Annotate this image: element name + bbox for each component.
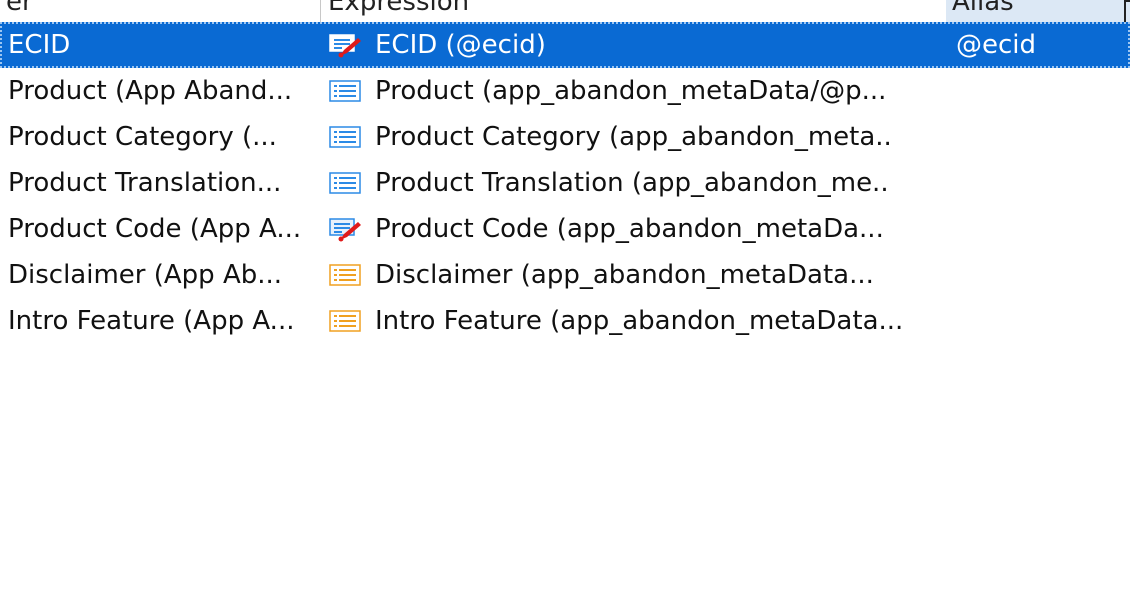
row-alias: [956, 298, 1126, 344]
column-header-name[interactable]: er: [0, 0, 318, 22]
row-name: Disclaimer (App Ab...: [8, 260, 283, 290]
row-alias: [956, 206, 1126, 252]
row-expression: Product Code (app_abandon_metaDa...: [375, 214, 884, 244]
table-row[interactable]: ECID ECID (@ecid) @ecid: [0, 22, 1130, 68]
list-icon-blue: [328, 160, 368, 206]
table-row[interactable]: Product Translation... Product Translati…: [0, 160, 1130, 206]
table-row[interactable]: Product (App Aband... Product (app_aband…: [0, 68, 1130, 114]
row-alias: [956, 160, 1126, 206]
list-icon-blue: [328, 68, 368, 114]
table-row[interactable]: Intro Feature (App A... Intro Feature (a…: [0, 298, 1130, 344]
list-edit-icon: [328, 22, 368, 68]
row-name: Product (App Aband...: [8, 76, 293, 106]
row-name: ECID: [8, 30, 71, 60]
list-icon-orange: [328, 252, 368, 298]
row-expression: Product Category (app_abandon_meta..: [375, 122, 892, 152]
table-row[interactable]: Disclaimer (App Ab... Disclaimer (app_ab…: [0, 252, 1130, 298]
column-header: er Expression Alias: [0, 0, 1130, 38]
row-alias: [956, 68, 1126, 114]
row-expression: Product (app_abandon_metaData/@p...: [375, 76, 887, 106]
field-list: ECID ECID (@ecid) @ecid Product (App Aba…: [0, 22, 1130, 344]
row-alias: [956, 114, 1126, 160]
row-expression: Disclaimer (app_abandon_metaData...: [375, 260, 874, 290]
row-alias: [956, 252, 1126, 298]
row-expression: Product Translation (app_abandon_me..: [375, 168, 889, 198]
column-header-alias[interactable]: Alias: [946, 0, 1130, 22]
list-icon-orange: [328, 298, 368, 344]
row-expression: ECID (@ecid): [375, 30, 546, 60]
list-edit-icon: [328, 206, 368, 252]
column-divider[interactable]: [320, 0, 321, 22]
row-name: Product Category (...: [8, 122, 277, 152]
row-name: Product Translation...: [8, 168, 282, 198]
table-row[interactable]: Product Category (... Product Category (…: [0, 114, 1130, 160]
column-header-expression[interactable]: Expression: [322, 0, 946, 22]
table-row[interactable]: Product Code (App A... Product Code (app…: [0, 206, 1130, 252]
row-alias: @ecid: [956, 30, 1037, 60]
list-icon-blue: [328, 114, 368, 160]
row-name: Intro Feature (App A...: [8, 306, 295, 336]
row-expression: Intro Feature (app_abandon_metaData...: [375, 306, 904, 336]
row-name: Product Code (App A...: [8, 214, 302, 244]
